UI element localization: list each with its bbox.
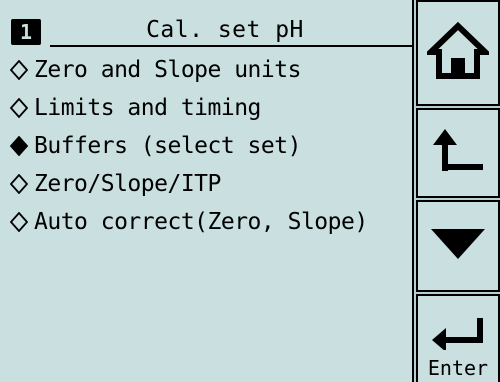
menu-item-label: Buffers (select set) [34, 133, 301, 159]
menu-item-limits-timing[interactable]: Limits and timing [10, 92, 261, 124]
selected-diamond-icon [10, 130, 28, 162]
unselected-diamond-icon [10, 168, 28, 200]
unselected-diamond-icon [10, 54, 28, 86]
page-title: Cal. set pH [146, 17, 304, 43]
unselected-diamond-icon [10, 206, 28, 238]
back-button[interactable] [416, 108, 500, 198]
menu-item-label: Limits and timing [34, 95, 261, 121]
title-bar: 1 Cal. set pH [0, 13, 412, 47]
menu-item-auto-correct[interactable]: Auto correct(Zero, Slope) [10, 206, 368, 238]
menu-item-label: Zero/Slope/ITP [34, 171, 221, 197]
unselected-diamond-icon [10, 92, 28, 124]
menu-item-zero-slope-units[interactable]: Zero and Slope units [10, 54, 301, 86]
return-up-arrow-icon [429, 127, 487, 179]
lcd-screen: 1 Cal. set pH Zero and Slope units Limit… [0, 0, 500, 382]
menu-item-buffers[interactable]: Buffers (select set) [10, 130, 301, 162]
menu-item-label: Auto correct(Zero, Slope) [34, 209, 368, 235]
enter-label: Enter [427, 356, 489, 380]
home-icon [423, 21, 493, 84]
enter-button[interactable]: Enter [416, 294, 500, 382]
panel-divider [412, 0, 414, 382]
enter-arrow-icon [430, 316, 486, 354]
menu-item-label: Zero and Slope units [34, 57, 301, 83]
page-number-badge: 1 [11, 19, 41, 45]
home-button[interactable] [416, 0, 500, 106]
title-underline [50, 45, 412, 47]
down-button[interactable] [416, 200, 500, 292]
menu-item-zero-slope-itp[interactable]: Zero/Slope/ITP [10, 168, 221, 200]
down-triangle-icon [431, 229, 485, 263]
